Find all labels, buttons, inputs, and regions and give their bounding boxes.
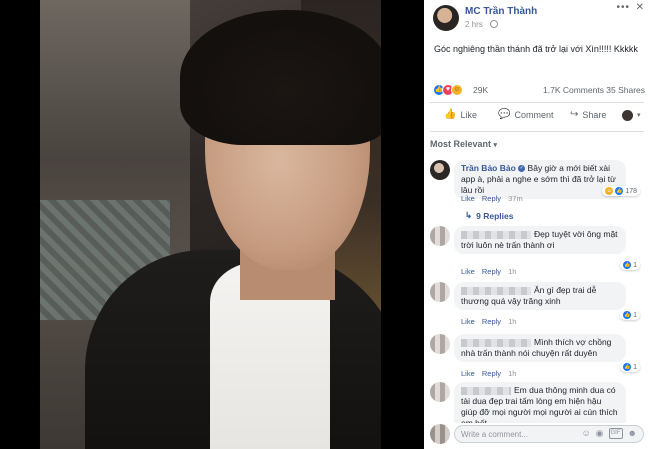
post-header: MC Trần Thành 2 hrs ••• ✕ bbox=[424, 0, 650, 40]
comment-like-link[interactable]: Like bbox=[461, 267, 475, 276]
sticker-icon[interactable]: ☻ bbox=[628, 428, 637, 439]
comment-reaction-count: 1 bbox=[633, 311, 637, 319]
thumbs-up-icon: 👍 bbox=[444, 109, 457, 120]
globe-icon bbox=[490, 20, 498, 28]
like-reaction-icon: 👍 bbox=[623, 261, 632, 269]
like-reaction-icon: 👍 bbox=[615, 187, 624, 195]
view-replies-link[interactable]: ↳ 9 Replies bbox=[465, 210, 513, 221]
post-side-panel: MC Trần Thành 2 hrs ••• ✕ Góc nghiêng th… bbox=[424, 0, 650, 449]
write-comment-bar: ☺ ◉ GIF ☻ bbox=[430, 423, 644, 445]
photo-viewer: MC Trần Thành 2 hrs ••• ✕ Góc nghiêng th… bbox=[0, 0, 650, 449]
comment-time[interactable]: 1h bbox=[508, 317, 516, 326]
share-label: Share bbox=[582, 110, 607, 120]
more-icon[interactable]: ••• bbox=[616, 2, 630, 13]
post-stats: 👍 ♥ ☺ 29K 1.7K Comments 35 Shares bbox=[433, 84, 645, 98]
sort-comments-dropdown[interactable]: Most Relevant ▾ bbox=[430, 139, 497, 149]
chevron-down-icon: ▾ bbox=[637, 111, 641, 119]
comment-author[interactable]: Trần Bảo Bảo bbox=[461, 163, 516, 173]
commenter-avatar[interactable] bbox=[430, 282, 450, 302]
comments-count[interactable]: 1.7K Comments bbox=[543, 85, 604, 95]
emoji-icon[interactable]: ☺ bbox=[581, 428, 590, 439]
commenter-avatar[interactable] bbox=[430, 382, 450, 402]
comment-time[interactable]: 1h bbox=[508, 267, 516, 276]
comment-time[interactable]: 1h bbox=[508, 369, 516, 378]
post-photo[interactable] bbox=[40, 0, 381, 449]
comment-meta: Like Reply 1h bbox=[461, 267, 516, 276]
current-user-avatar bbox=[430, 424, 450, 444]
comment-like-link[interactable]: Like bbox=[461, 317, 475, 326]
reaction-count[interactable]: 29K bbox=[473, 85, 488, 95]
person-hair bbox=[180, 10, 381, 145]
comment-reply-link[interactable]: Reply bbox=[482, 194, 501, 203]
comment-meta: Like Reply 1h bbox=[461, 369, 516, 378]
comment-input-box[interactable]: ☺ ◉ GIF ☻ bbox=[454, 425, 644, 443]
like-reaction-icon: 👍 bbox=[623, 311, 632, 319]
replies-label: 9 Replies bbox=[476, 210, 514, 221]
page-avatar bbox=[622, 110, 633, 121]
gif-icon[interactable]: GIF bbox=[608, 428, 623, 439]
comment-icon: 💬 bbox=[498, 109, 511, 120]
like-button[interactable]: 👍 Like bbox=[444, 109, 477, 121]
reaction-icons[interactable]: 👍 ♥ ☺ bbox=[433, 84, 463, 96]
comment-reaction-count: 1 bbox=[633, 261, 637, 269]
share-button[interactable]: ↪ Share bbox=[570, 109, 607, 121]
post-text: Góc nghiêng thần thánh đã trở lại với Xì… bbox=[434, 44, 638, 54]
haha-reaction-icon: ☺ bbox=[605, 187, 614, 195]
shares-count[interactable]: 35 Shares bbox=[606, 85, 645, 95]
post-time[interactable]: 2 hrs bbox=[465, 20, 483, 29]
comment-meta: Like Reply 1h bbox=[461, 317, 516, 326]
comment-input-icons: ☺ ◉ GIF ☻ bbox=[581, 428, 637, 439]
post-actions: 👍 Like 💬 Comment ↪ Share ▾ bbox=[430, 106, 644, 128]
comment-reply-link[interactable]: Reply bbox=[482, 267, 501, 276]
redacted-author bbox=[461, 286, 531, 295]
comment-input[interactable] bbox=[461, 428, 571, 441]
comment-reaction-count: 1 bbox=[633, 363, 637, 371]
comment-like-link[interactable]: Like bbox=[461, 369, 475, 378]
comment-like-link[interactable]: Like bbox=[461, 194, 475, 203]
chevron-down-icon: ▾ bbox=[493, 142, 498, 149]
redacted-author bbox=[461, 338, 531, 347]
commenter-avatar[interactable] bbox=[430, 160, 450, 180]
author-avatar[interactable] bbox=[433, 5, 459, 31]
close-icon[interactable]: ✕ bbox=[636, 2, 644, 13]
share-icon: ↪ bbox=[570, 109, 579, 120]
comment-reactions[interactable]: 👍 1 bbox=[620, 362, 640, 372]
redacted-author bbox=[461, 230, 531, 239]
comment-reactions[interactable]: ☺ 👍 178 bbox=[602, 186, 640, 196]
divider bbox=[430, 102, 644, 103]
react-as-selector[interactable]: ▾ bbox=[622, 110, 641, 121]
redacted-author bbox=[461, 386, 511, 395]
divider bbox=[430, 131, 644, 132]
reply-arrow-icon: ↳ bbox=[465, 210, 473, 220]
author-name[interactable]: MC Trần Thành bbox=[465, 6, 537, 17]
comment-reaction-count: 178 bbox=[625, 187, 637, 195]
camera-icon[interactable]: ◉ bbox=[596, 428, 604, 439]
comment-bubble: Mình thích vợ chồng nhà trấn thành nói c… bbox=[454, 334, 626, 362]
commenter-avatar[interactable] bbox=[430, 334, 450, 354]
commenter-avatar[interactable] bbox=[430, 226, 450, 246]
comment-reactions[interactable]: 👍 1 bbox=[620, 260, 640, 270]
comment-meta: Like Reply 37m bbox=[461, 194, 523, 203]
comment-bubble: Đẹp tuyệt vời ông mặt trời luôn nè trấn … bbox=[454, 226, 626, 254]
verified-icon: ✓ bbox=[518, 165, 526, 173]
comment-reactions[interactable]: 👍 1 bbox=[620, 310, 640, 320]
comment-time[interactable]: 37m bbox=[508, 194, 523, 203]
comment-bubble: Ăn gì đẹp trai dễ thương quá vậy trăng x… bbox=[454, 282, 626, 310]
like-reaction-icon: 👍 bbox=[623, 363, 632, 371]
haha-reaction-icon: ☺ bbox=[451, 84, 463, 96]
comment-label: Comment bbox=[514, 110, 554, 120]
comment-reply-link[interactable]: Reply bbox=[482, 317, 501, 326]
comment-reply-link[interactable]: Reply bbox=[482, 369, 501, 378]
like-label: Like bbox=[460, 110, 477, 120]
sort-label: Most Relevant bbox=[430, 139, 492, 149]
